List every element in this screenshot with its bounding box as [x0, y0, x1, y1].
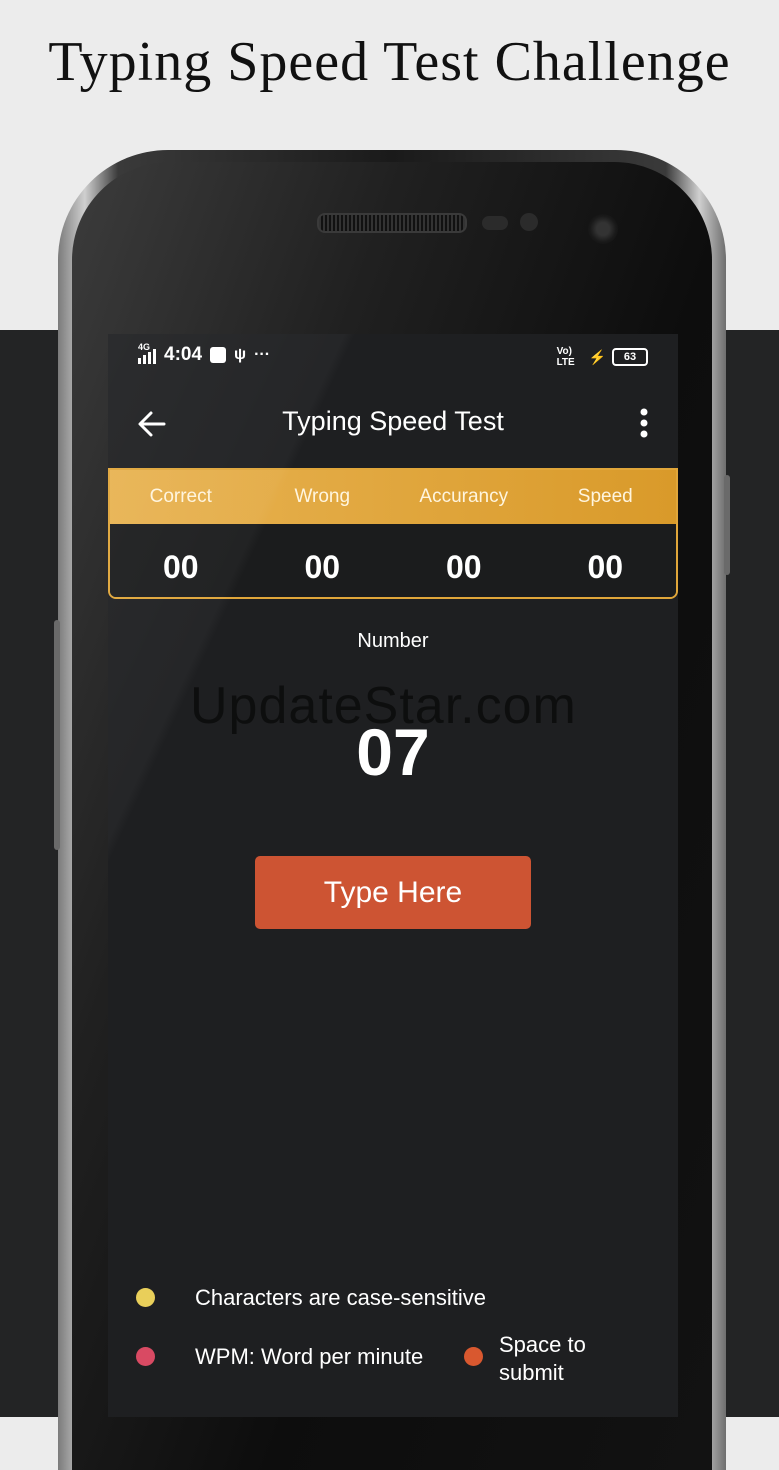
stat-label-accuracy: Accurancy: [419, 486, 509, 507]
stats-header: Correct Wrong Accurancy Speed: [110, 470, 676, 524]
hint-space-submit: Space to submit: [499, 1332, 586, 1385]
phone-camera: [588, 214, 618, 244]
app-title: Typing Speed Test: [282, 406, 504, 436]
stats-values: 00 00 00 00: [110, 524, 676, 597]
status-bar: 4G 4:04 ψ ··· Vo) LTE ⚡ 63: [108, 334, 678, 378]
stat-label-speed: Speed: [577, 486, 633, 507]
volte-label: Vo) LTE: [556, 346, 575, 368]
phone-power-button: [724, 475, 730, 575]
stat-label-correct: Correct: [149, 486, 212, 507]
stat-value-wrong: 00: [304, 549, 341, 585]
stat-value-accuracy: 00: [445, 549, 482, 585]
status-time: 4:04: [164, 344, 203, 365]
hint-case-sensitive: Characters are case-sensitive: [195, 1285, 487, 1310]
battery-icon: 63: [612, 348, 648, 366]
phone-speaker: [317, 213, 467, 233]
network-label: 4G: [138, 342, 151, 352]
signal-icon: 4G: [138, 342, 156, 364]
type-here-button[interactable]: Type Here: [255, 856, 531, 929]
stat-value-speed: 00: [587, 549, 624, 585]
hint-dot-space: [464, 1347, 483, 1366]
phone-sensor: [520, 213, 538, 231]
phone-sensor: [482, 216, 508, 230]
hint-dot-case: [136, 1288, 155, 1307]
more-notifications-icon: ···: [254, 346, 271, 363]
test-mode-label: Number: [357, 630, 429, 652]
hint-wpm: WPM: Word per minute: [195, 1344, 424, 1369]
stat-value-correct: 00: [162, 549, 199, 585]
charging-icon: ⚡: [588, 348, 606, 365]
usb-icon: ψ: [234, 346, 247, 363]
stats-panel: Correct Wrong Accurancy Speed 00 00 00 0…: [108, 468, 678, 599]
more-vert-icon[interactable]: [632, 406, 656, 442]
phone-volume-button: [54, 620, 60, 850]
app-screen: 4G 4:04 ψ ··· Vo) LTE ⚡ 63 Typing Speed …: [108, 334, 678, 1417]
notification-icon: [210, 347, 227, 363]
target-number: 07: [356, 715, 430, 789]
promo-title: Typing Speed Test Challenge: [48, 31, 731, 93]
stat-label-wrong: Wrong: [294, 486, 351, 507]
app-bar: Typing Speed Test: [108, 384, 678, 464]
hint-dot-wpm: [136, 1347, 155, 1366]
